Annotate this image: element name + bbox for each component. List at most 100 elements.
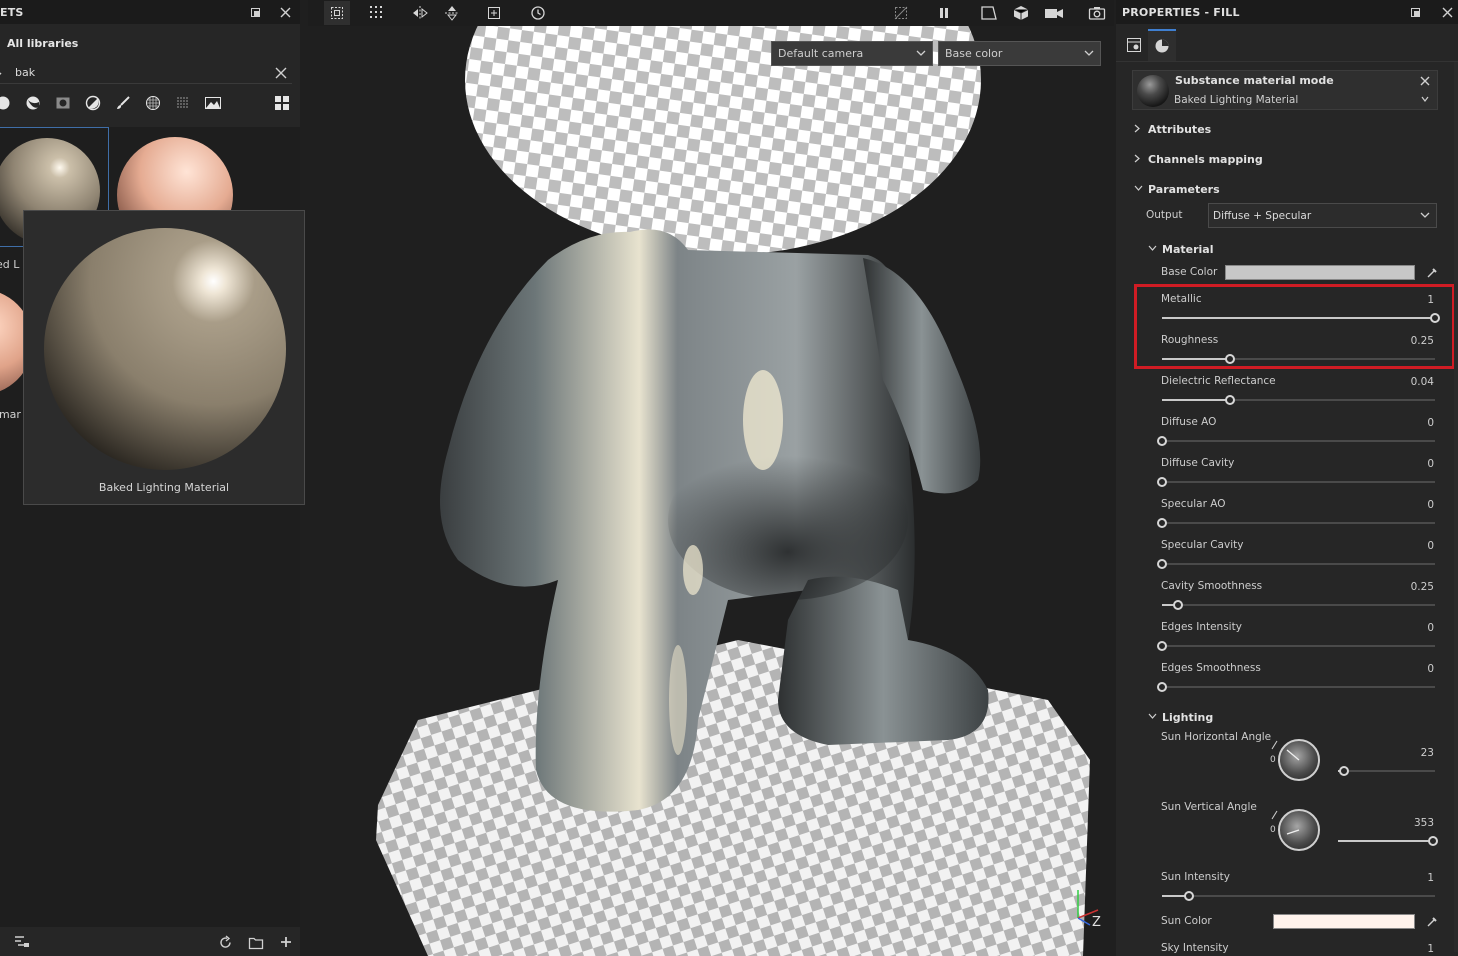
2d-view-icon[interactable]: [979, 3, 999, 23]
param-slider[interactable]: [1157, 436, 1435, 446]
preview-sphere: [44, 228, 286, 470]
sun-intensity-slider[interactable]: [1162, 891, 1435, 901]
sun-horizontal-value: 23: [1420, 747, 1434, 759]
channel-dropdown-value: Base color: [945, 47, 1003, 60]
symmetry-x-icon[interactable]: [410, 3, 430, 23]
properties-panel-title: PROPERTIES - FILL: [1122, 5, 1240, 19]
param-slider[interactable]: [1157, 641, 1435, 651]
slider-knob[interactable]: [1430, 313, 1440, 323]
hide-overlay-icon[interactable]: [891, 3, 911, 23]
chevron-down-icon: [1148, 713, 1157, 723]
camera-dropdown-value: Default camera: [778, 47, 864, 60]
eyedropper-icon[interactable]: [1426, 267, 1438, 279]
slider-knob[interactable]: [1225, 354, 1236, 364]
camera-icon[interactable]: [1044, 3, 1064, 23]
section-channels-mapping[interactable]: Channels mapping: [1134, 153, 1263, 166]
slider-knob[interactable]: [1157, 477, 1167, 487]
param-label: Diffuse AO: [1161, 416, 1217, 428]
materials-filter-icon[interactable]: [0, 88, 18, 118]
search-input[interactable]: [15, 66, 255, 79]
close-icon[interactable]: [278, 5, 292, 19]
screenshot-icon[interactable]: [1087, 3, 1107, 23]
close-icon[interactable]: [1420, 74, 1430, 90]
tab-material[interactable]: [1148, 29, 1176, 61]
library-selector[interactable]: All libraries: [0, 24, 300, 62]
output-dropdown[interactable]: Diffuse + Specular: [1208, 203, 1437, 228]
environments-filter-icon[interactable]: [198, 88, 228, 118]
slider-knob[interactable]: [1157, 559, 1167, 569]
param-label: Edges Smoothness: [1161, 662, 1261, 674]
section-attributes[interactable]: Attributes: [1134, 123, 1211, 136]
sun-horizontal-dial[interactable]: [1278, 739, 1320, 781]
param-label: Metallic: [1161, 293, 1202, 305]
param-slider[interactable]: [1157, 477, 1435, 487]
param-slider[interactable]: [1157, 559, 1435, 569]
param-slider[interactable]: [1162, 313, 1440, 323]
add-icon[interactable]: [279, 935, 293, 952]
new-folder-icon[interactable]: [248, 935, 264, 953]
undock-icon[interactable]: [1408, 5, 1422, 19]
frame-selection-icon[interactable]: [484, 3, 504, 23]
slider-track: [1162, 563, 1435, 565]
brushes-filter-icon[interactable]: [108, 88, 138, 118]
slider-knob[interactable]: [1173, 600, 1184, 610]
sun-vertical-dial[interactable]: [1278, 809, 1320, 851]
selection-mode-icon[interactable]: [324, 1, 350, 25]
param-label: Roughness: [1161, 334, 1219, 346]
slider-knob[interactable]: [1157, 682, 1167, 692]
eyedropper-icon[interactable]: [1426, 916, 1438, 928]
slider-fill: [1162, 399, 1231, 401]
filters-filter-icon[interactable]: [78, 88, 108, 118]
chevron-down-icon[interactable]: [1421, 93, 1429, 106]
sun-horizontal-slider[interactable]: [1338, 766, 1435, 776]
param-slider[interactable]: [1157, 518, 1435, 528]
slider-knob[interactable]: [1157, 436, 1167, 446]
pause-icon[interactable]: [934, 3, 954, 23]
param-label: Specular Cavity: [1161, 539, 1244, 551]
base-color-swatch[interactable]: [1225, 265, 1415, 280]
sun-intensity-value: 1: [1427, 872, 1434, 884]
properties-scrollbar[interactable]: [1454, 62, 1458, 952]
undock-icon[interactable]: [248, 5, 262, 19]
param-slider[interactable]: [1162, 395, 1435, 405]
param-slider[interactable]: [1162, 600, 1435, 610]
slider-track: [1162, 481, 1435, 483]
channel-dropdown[interactable]: Base color: [938, 41, 1101, 66]
section-parameters[interactable]: Parameters: [1134, 183, 1220, 196]
properties-panel: PROPERTIES - FILL Substance material mod…: [1116, 0, 1458, 956]
textures-filter-icon[interactable]: [138, 88, 168, 118]
clear-search-icon[interactable]: [275, 64, 287, 83]
masks-filter-icon[interactable]: [48, 88, 78, 118]
sky-intensity-value: 1: [1427, 943, 1434, 955]
section-material[interactable]: Material: [1148, 243, 1213, 256]
sun-color-swatch[interactable]: [1273, 914, 1415, 929]
close-icon[interactable]: [1440, 5, 1454, 19]
filter-list-icon[interactable]: [14, 936, 30, 951]
3d-view-icon[interactable]: [1011, 3, 1031, 23]
refresh-icon[interactable]: [218, 935, 233, 953]
param-value: 0: [1427, 540, 1434, 552]
slider-knob[interactable]: [1225, 395, 1236, 405]
asset-search-bar: [0, 62, 292, 84]
smart-materials-filter-icon[interactable]: [18, 88, 48, 118]
3d-viewport[interactable]: Z Default camera Base color: [308, 0, 1114, 956]
camera-dropdown[interactable]: Default camera: [771, 41, 933, 66]
history-icon[interactable]: [528, 3, 548, 23]
tab-layer-settings[interactable]: [1120, 29, 1148, 61]
chevron-down-icon: [1084, 48, 1094, 61]
param-slider[interactable]: [1157, 682, 1435, 692]
procedurals-filter-icon[interactable]: [168, 88, 198, 118]
section-lighting[interactable]: Lighting: [1148, 711, 1213, 724]
slider-knob[interactable]: [1157, 518, 1167, 528]
material-mode-selector[interactable]: Substance material mode Baked Lighting M…: [1132, 70, 1438, 110]
slider-knob[interactable]: [1157, 641, 1167, 651]
dial-zero-label: 0: [1270, 825, 1276, 835]
grid-view-icon[interactable]: [274, 95, 290, 114]
sun-vertical-slider[interactable]: [1338, 836, 1439, 846]
grid-dots-icon[interactable]: [367, 3, 387, 23]
param-slider[interactable]: [1162, 354, 1435, 364]
sun-vertical-label: Sun Vertical Angle: [1161, 801, 1257, 813]
chevron-down-icon: [1420, 210, 1430, 223]
symmetry-y-icon[interactable]: [442, 3, 462, 23]
param-value: 0: [1427, 458, 1434, 470]
